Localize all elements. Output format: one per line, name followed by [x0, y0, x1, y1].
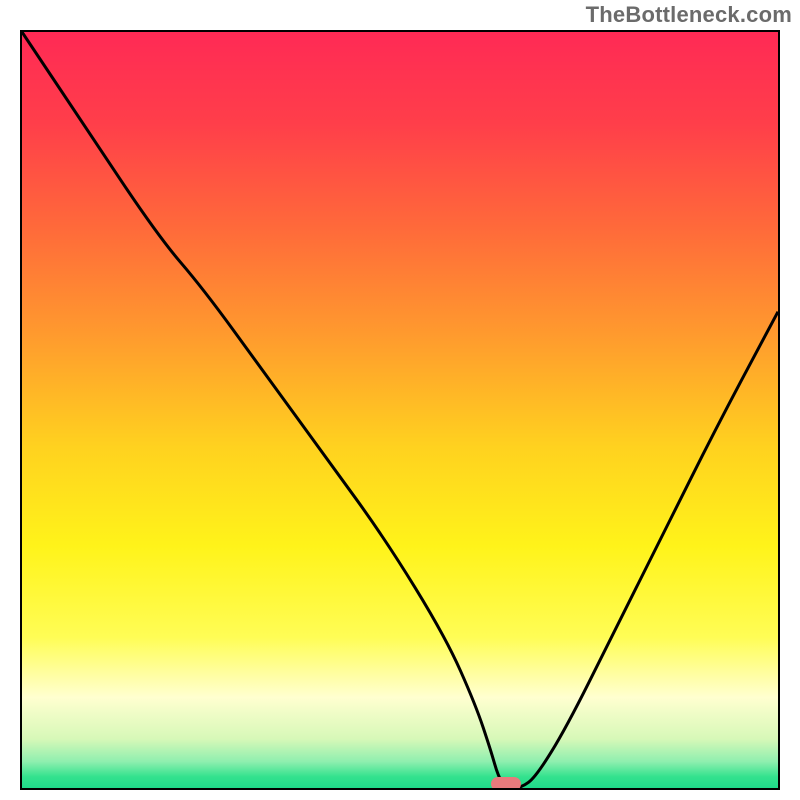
bottleneck-curve: [22, 32, 778, 788]
chart-stage: TheBottleneck.com: [0, 0, 800, 800]
plot-frame: [20, 30, 780, 790]
optimal-point-marker: [491, 777, 521, 790]
watermark-text: TheBottleneck.com: [586, 2, 792, 28]
curve-layer: [22, 32, 778, 788]
